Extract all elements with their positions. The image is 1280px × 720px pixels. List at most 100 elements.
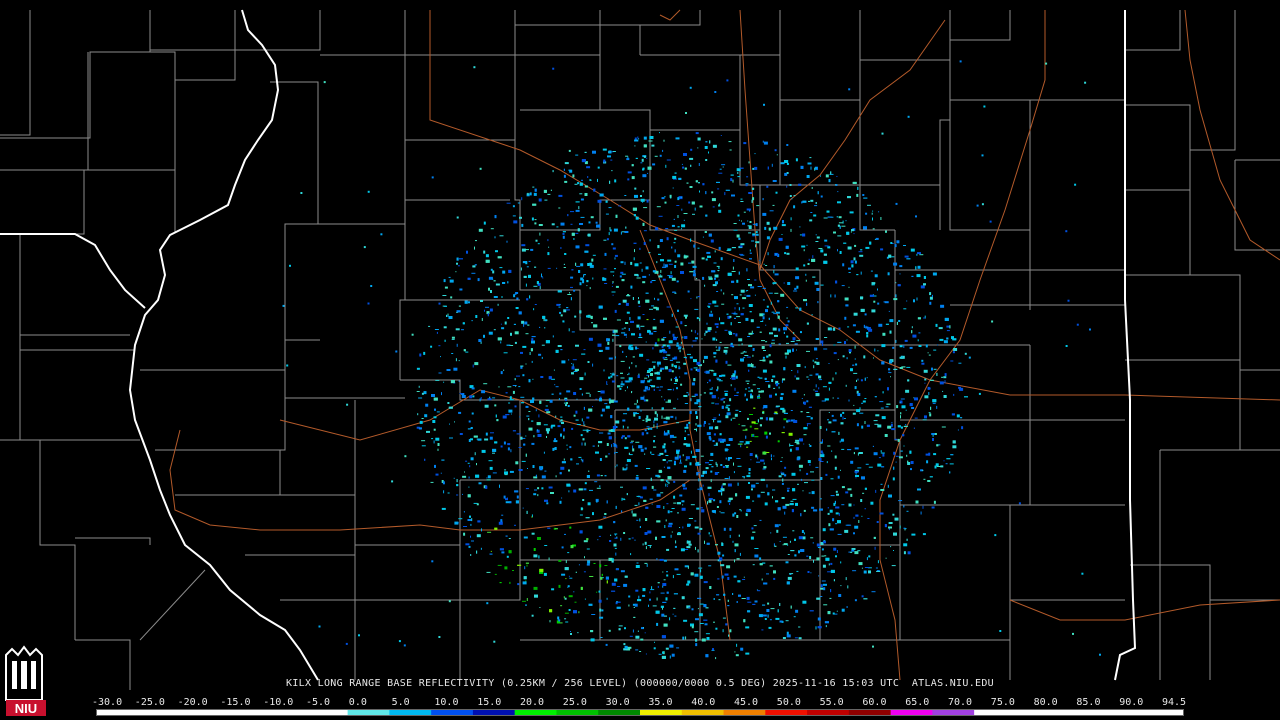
echo	[557, 425, 561, 428]
echo	[854, 345, 856, 349]
echo	[767, 492, 770, 496]
echo	[853, 257, 856, 261]
echo	[462, 322, 465, 325]
echo	[565, 578, 567, 580]
echo	[714, 472, 718, 475]
echo	[721, 492, 723, 496]
echo	[863, 226, 867, 230]
echo	[839, 251, 842, 254]
echo	[854, 260, 857, 264]
echo	[614, 179, 617, 183]
echo	[666, 503, 669, 505]
echo	[696, 461, 700, 463]
echo	[514, 405, 517, 408]
echo	[752, 564, 755, 566]
echo	[725, 465, 729, 467]
echo	[755, 231, 758, 234]
echo	[959, 60, 962, 63]
echo	[920, 285, 925, 289]
echo	[766, 355, 769, 358]
echo	[691, 201, 695, 205]
echo	[597, 178, 598, 182]
echo	[438, 345, 441, 347]
echo	[657, 585, 659, 588]
echo	[487, 475, 491, 479]
echo	[564, 253, 567, 255]
echo	[502, 415, 507, 419]
echo	[612, 294, 614, 296]
echo	[968, 356, 971, 359]
echo	[745, 380, 750, 382]
echo	[816, 597, 821, 600]
echo	[676, 387, 678, 390]
echo	[677, 454, 679, 458]
echo	[823, 587, 826, 591]
echo	[811, 479, 815, 481]
echo	[655, 536, 657, 540]
echo	[677, 215, 679, 218]
echo	[663, 466, 665, 468]
echo	[758, 394, 760, 397]
echo	[833, 327, 836, 331]
echo	[447, 402, 450, 404]
echo	[674, 460, 676, 464]
echo	[648, 375, 649, 378]
echo	[733, 575, 737, 578]
echo	[581, 393, 583, 396]
echo	[681, 596, 685, 600]
echo	[790, 500, 794, 502]
echo	[703, 392, 706, 394]
echo	[468, 420, 471, 423]
echo	[537, 243, 540, 245]
echo	[680, 262, 684, 266]
echo	[792, 488, 796, 492]
echo	[646, 415, 649, 419]
echo	[903, 445, 905, 447]
echo	[627, 374, 629, 376]
echo	[565, 404, 567, 407]
echo	[539, 568, 544, 572]
echo	[621, 332, 626, 334]
echo	[711, 395, 716, 399]
echo	[517, 583, 520, 586]
echo	[597, 166, 600, 169]
echo	[583, 488, 587, 491]
echo	[508, 402, 511, 404]
echo	[862, 492, 865, 494]
echo	[762, 356, 765, 359]
echo	[713, 352, 717, 355]
echo	[492, 472, 497, 474]
echo	[520, 396, 525, 398]
echo	[643, 242, 646, 245]
echo	[817, 191, 819, 195]
echo	[806, 376, 809, 378]
echo	[719, 559, 720, 562]
echo	[591, 322, 593, 324]
echo	[716, 181, 720, 183]
echo	[861, 595, 864, 598]
echo	[754, 548, 759, 549]
echo	[802, 490, 804, 492]
echo	[808, 200, 810, 202]
echo	[718, 380, 723, 382]
echo	[587, 361, 590, 363]
echo	[822, 528, 826, 532]
echo	[695, 449, 700, 452]
echo	[579, 514, 583, 516]
echo	[665, 416, 670, 420]
echo	[627, 407, 630, 411]
echo	[667, 259, 672, 262]
echo	[570, 211, 574, 213]
echo	[592, 512, 594, 516]
echo	[650, 427, 653, 430]
echo	[713, 262, 717, 264]
echo	[903, 245, 906, 246]
echo	[737, 580, 741, 583]
echo	[624, 575, 628, 578]
echo	[747, 220, 749, 222]
echo	[642, 314, 645, 315]
echo	[677, 309, 679, 312]
echo	[492, 397, 496, 399]
echo	[672, 388, 674, 391]
echo	[662, 149, 664, 152]
